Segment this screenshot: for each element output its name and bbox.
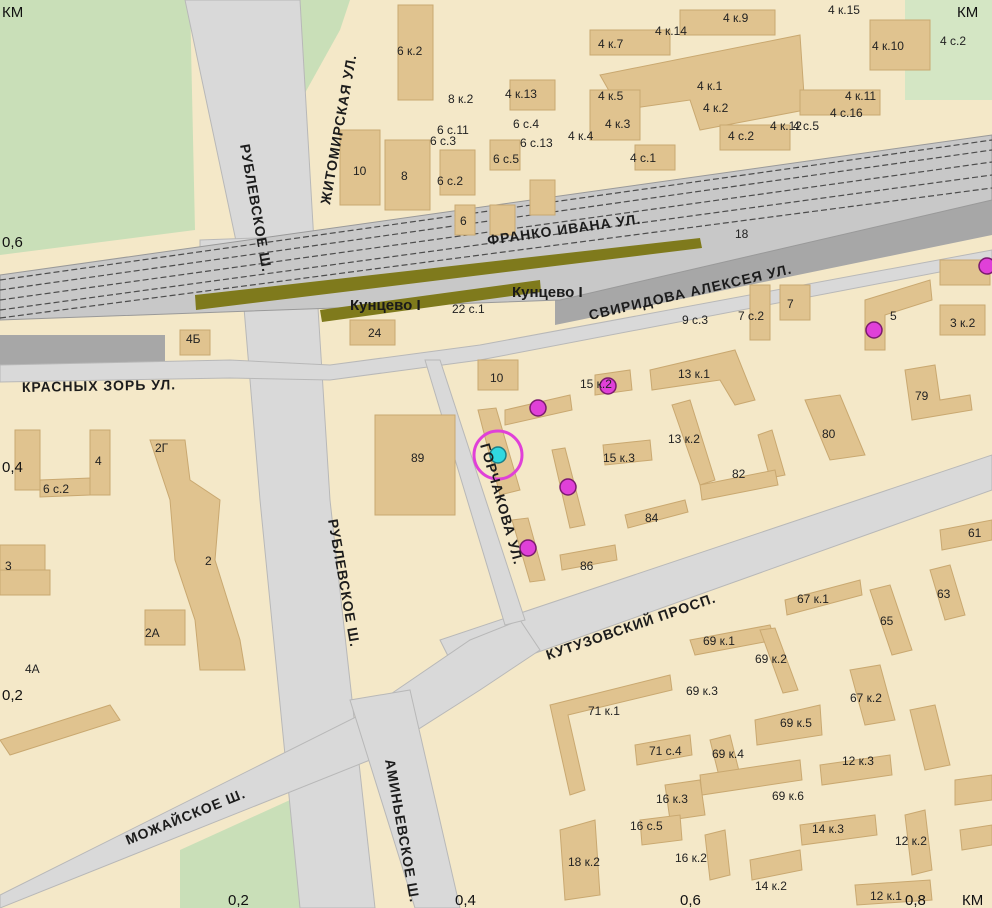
building-label: 15 к.2 xyxy=(580,377,612,391)
poi-marker-2[interactable] xyxy=(865,321,883,339)
axis-km-top-left: КМ xyxy=(2,4,23,21)
building-label: 4 к.9 xyxy=(723,11,749,25)
building-label: 6 к.2 xyxy=(397,44,423,58)
building-label: 16 к.3 xyxy=(656,792,688,806)
building-label: 6 с.3 xyxy=(430,134,456,148)
building-label: 6 xyxy=(460,214,467,228)
poi-marker-4[interactable] xyxy=(529,399,547,417)
building-label: 80 xyxy=(822,427,836,441)
park-nw xyxy=(0,0,195,255)
building-label: 4 с.2 xyxy=(940,34,966,48)
building-label: 4 к.3 xyxy=(605,117,631,131)
building-label: 16 с.5 xyxy=(630,819,663,833)
building-label: 12 к.1 xyxy=(870,889,902,903)
building-label: 4 к.2 xyxy=(703,101,729,115)
street-krasnykh-zor: КРАСНЫХ ЗОРЬ УЛ. xyxy=(22,376,176,395)
building-label: 12 к.2 xyxy=(895,834,927,848)
building-label: 6 с.13 xyxy=(520,136,553,150)
building-label: 6 с.2 xyxy=(437,174,463,188)
building-label: 18 к.2 xyxy=(568,855,600,869)
axis-left-04: 0,4 xyxy=(2,459,23,476)
map-canvas[interactable]: ЖИТОМИРСКАЯ УЛ. РУБЛЕВСКОЕ Ш. РУБЛЕВСКОЕ… xyxy=(0,0,992,908)
station-label-kuntsevo-b[interactable]: Кунцево I xyxy=(512,284,583,301)
axis-bottom-08: 0,8 xyxy=(905,892,926,908)
building-label: 61 xyxy=(968,526,982,540)
building-label: 5 xyxy=(890,309,897,323)
building-label: 2 xyxy=(205,554,212,568)
building-label: 69 к.3 xyxy=(686,684,718,698)
building-label: 6 с.2 xyxy=(43,482,69,496)
building-label: 8 к.2 xyxy=(448,92,474,106)
building-label: 4 с.16 xyxy=(830,106,863,120)
building-label: 4 к.15 xyxy=(828,3,860,17)
axis-km-top-right: КМ xyxy=(957,4,978,21)
building-label: 4 с.5 xyxy=(793,119,819,133)
building-label: 69 к.2 xyxy=(755,652,787,666)
poi-marker-1[interactable] xyxy=(978,257,992,275)
building-label: 67 к.1 xyxy=(797,592,829,606)
building-label: 16 к.2 xyxy=(675,851,707,865)
building-label: 6 с.5 xyxy=(493,152,519,166)
building-label: 69 к.1 xyxy=(703,634,735,648)
building-label: 14 к.3 xyxy=(812,822,844,836)
building-label: 10 xyxy=(490,371,504,385)
building-label: 69 к.6 xyxy=(772,789,804,803)
building-label: 4 к.14 xyxy=(655,24,687,38)
building-label: 67 к.2 xyxy=(850,691,882,705)
building-label: 4 xyxy=(95,454,102,468)
building-label: 4А xyxy=(25,662,40,676)
building-label: 4 к.13 xyxy=(505,87,537,101)
building-label: 84 xyxy=(645,511,659,525)
axis-left-02: 0,2 xyxy=(2,687,23,704)
building-label: 2А xyxy=(145,626,160,640)
axis-bottom-02: 0,2 xyxy=(228,892,249,908)
building-label: 10 xyxy=(353,164,367,178)
building-label: 3 xyxy=(5,559,12,573)
axis-bottom-06: 0,6 xyxy=(680,892,701,908)
poi-marker-5[interactable] xyxy=(559,478,577,496)
building-label: 79 xyxy=(915,389,929,403)
building-label: 24 xyxy=(368,326,382,340)
building-label: 69 к.4 xyxy=(712,747,744,761)
building-label: 69 к.5 xyxy=(780,716,812,730)
building-label: 4 к.5 xyxy=(598,89,624,103)
building-label: 2Г xyxy=(155,441,169,455)
building-label: 4 к.11 xyxy=(845,89,876,103)
building-label: 3 к.2 xyxy=(950,316,976,330)
building-label: 89 xyxy=(411,451,425,465)
building-label: 6 с.4 xyxy=(513,117,539,131)
building-label: 7 xyxy=(787,297,794,311)
building-label: 13 к.1 xyxy=(678,367,710,381)
building-label: 63 xyxy=(937,587,951,601)
building-label: 4 к.10 xyxy=(872,39,904,53)
axis-km-bottom-right: КМ xyxy=(962,892,983,908)
station-label-kuntsevo-a[interactable]: Кунцево I xyxy=(350,297,421,314)
building-label: 4 с.2 xyxy=(728,129,754,143)
axis-bottom-04: 0,4 xyxy=(455,892,476,908)
building-label: 12 к.3 xyxy=(842,754,874,768)
axis-left-06: 0,6 xyxy=(2,234,23,251)
building-label: 82 xyxy=(732,467,746,481)
building-label: 9 с.3 xyxy=(682,313,708,327)
building-label: 4 с.1 xyxy=(630,151,656,165)
building-label: 86 xyxy=(580,559,594,573)
building-label: 4Б xyxy=(186,332,201,346)
building-label: 4 к.4 xyxy=(568,129,594,143)
building-label: 71 к.1 xyxy=(588,704,620,718)
building-label: 8 xyxy=(401,169,408,183)
building-label: 7 с.2 xyxy=(738,309,764,323)
building-label: 13 к.2 xyxy=(668,432,700,446)
building-label: 18 xyxy=(735,227,749,241)
building-label: 71 с.4 xyxy=(649,744,682,758)
map-view[interactable]: ЖИТОМИРСКАЯ УЛ. РУБЛЕВСКОЕ Ш. РУБЛЕВСКОЕ… xyxy=(0,0,992,908)
building-label: 4 к.7 xyxy=(598,37,624,51)
building-label: 15 к.3 xyxy=(603,451,635,465)
building-label: 65 xyxy=(880,614,894,628)
building-label: 14 к.2 xyxy=(755,879,787,893)
building-label: 22 с.1 xyxy=(452,302,485,316)
building-label: 4 к.1 xyxy=(697,79,723,93)
